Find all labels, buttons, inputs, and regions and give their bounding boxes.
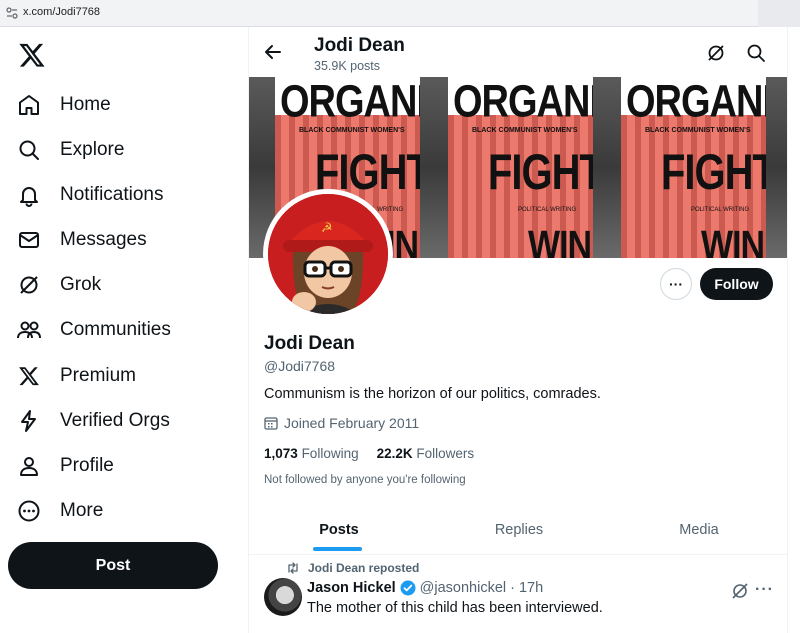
banner-poster: ORGANIZE BLACK COMMUNIST WOMEN'S FIGHT P…: [448, 77, 647, 258]
banner-subtitle-2: POLITICAL WRITING: [518, 207, 577, 213]
home-icon: [14, 90, 44, 120]
sidebar-item-explore[interactable]: Explore: [14, 130, 234, 170]
sidebar-item-label: Home: [60, 94, 111, 115]
tweet-text[interactable]: The mother of this child has been interv…: [307, 600, 603, 616]
browser-toolbar-area: [758, 0, 800, 27]
following-link[interactable]: 1,073 Following: [264, 446, 359, 461]
banner-word-organize: ORGANIZE: [626, 77, 787, 128]
sidebar-item-label: More: [60, 500, 104, 521]
profile-header-bar: Jodi Dean 35.9K posts: [249, 27, 787, 77]
envelope-icon: [14, 225, 44, 255]
sidebar-item-verified-orgs[interactable]: Verified Orgs: [14, 401, 234, 441]
browser-address-bar[interactable]: x.com/Jodi7768: [0, 0, 800, 27]
banner-photo-strip: [420, 77, 448, 258]
x-logo-icon[interactable]: [18, 41, 46, 69]
sidebar-item-label: Profile: [60, 455, 114, 476]
sidebar-item-messages[interactable]: Messages: [14, 220, 234, 260]
banner-word-win: WIN: [528, 223, 592, 258]
sidebar-item-notifications[interactable]: Notifications: [14, 175, 234, 215]
grok-icon[interactable]: [731, 582, 749, 600]
followers-link[interactable]: 22.2K Followers: [377, 446, 475, 461]
not-followed-note: Not followed by anyone you're following: [264, 474, 466, 486]
site-settings-icon[interactable]: [6, 7, 18, 19]
banner-subtitle: BLACK COMMUNIST WOMEN'S: [472, 127, 578, 134]
people-icon: [14, 315, 44, 345]
joined-text: Joined February 2011: [284, 415, 420, 431]
avatar-image: ☭: [268, 194, 388, 314]
banner-photo-strip: [766, 77, 787, 258]
profile-column: Jodi Dean 35.9K posts ORGANIZE BLACK COM…: [248, 27, 788, 633]
banner-subtitle: BLACK COMMUNIST WOMEN'S: [645, 127, 751, 134]
sidebar-item-label: Messages: [60, 229, 147, 250]
repost-icon: [288, 562, 298, 574]
search-icon[interactable]: [746, 43, 766, 63]
active-tab-indicator: [313, 547, 362, 551]
repost-text[interactable]: Jodi Dean reposted: [308, 561, 419, 575]
followers-label: Followers: [416, 446, 475, 461]
tweet-more-icon[interactable]: ···: [755, 581, 774, 599]
x-logo-icon: [14, 361, 44, 391]
banner-poster: ORGANIZE BLACK COMMUNIST WOMEN'S FIGHT P…: [621, 77, 787, 258]
tweet-time[interactable]: · 17h: [510, 580, 543, 596]
bell-icon: [14, 180, 44, 210]
sidebar-item-communities[interactable]: Communities: [14, 310, 234, 350]
header-post-count: 35.9K posts: [314, 59, 381, 73]
tweet-author-handle[interactable]: @jasonhickel: [420, 580, 506, 596]
banner-word-fight: FIGHT: [488, 145, 604, 200]
lightning-icon: [14, 406, 44, 436]
tweet-header: Jason Hickel @jasonhickel · 17h: [307, 580, 543, 596]
verified-badge-icon[interactable]: [400, 580, 416, 596]
profile-bio: Communism is the horizon of our politics…: [264, 386, 601, 402]
more-circle-icon: [14, 496, 44, 526]
tweet-author-avatar[interactable]: [264, 578, 302, 616]
sidebar-item-profile[interactable]: Profile: [14, 446, 234, 486]
banner-subtitle: BLACK COMMUNIST WOMEN'S: [299, 127, 405, 134]
sidebar-item-grok[interactable]: Grok: [14, 265, 234, 305]
url-text[interactable]: x.com/Jodi7768: [23, 6, 100, 18]
sidebar-item-label: Notifications: [60, 184, 164, 205]
repost-indicator: Jodi Dean reposted: [286, 561, 419, 575]
profile-joined-date: Joined February 2011: [264, 415, 419, 431]
banner-photo-strip: [593, 77, 621, 258]
profile-avatar[interactable]: ☭: [263, 189, 393, 319]
post-button[interactable]: Post: [8, 542, 218, 589]
header-name: Jodi Dean: [314, 35, 405, 56]
sidebar-item-label: Explore: [60, 139, 125, 160]
sidebar-item-label: Premium: [60, 365, 137, 386]
grok-icon[interactable]: [706, 43, 726, 63]
svg-text:☭: ☭: [321, 221, 333, 236]
profile-name: Jodi Dean: [264, 333, 355, 354]
tab-replies[interactable]: Replies: [429, 505, 609, 555]
sidebar-item-label: Verified Orgs: [60, 410, 170, 431]
more-options-button[interactable]: ···: [660, 268, 692, 300]
sidebar-item-premium[interactable]: Premium: [14, 356, 234, 396]
sidebar-item-home[interactable]: Home: [14, 85, 234, 125]
follow-button[interactable]: Follow: [700, 268, 773, 300]
grok-icon: [14, 270, 44, 300]
profile-handle: @Jodi7768: [264, 358, 336, 374]
banner-word-win: WIN: [701, 223, 765, 258]
following-count: 1,073: [264, 446, 298, 461]
banner-subtitle-2: POLITICAL WRITING: [691, 207, 750, 213]
person-icon: [14, 451, 44, 481]
calendar-icon: [264, 417, 278, 430]
tab-media[interactable]: Media: [609, 505, 787, 555]
following-label: Following: [301, 446, 359, 461]
tweet-author-name[interactable]: Jason Hickel: [307, 580, 396, 596]
sidebar-item-label: Grok: [60, 274, 102, 295]
sidebar: Home Explore Notifications Messages Grok…: [0, 27, 248, 633]
banner-word-fight: FIGHT: [661, 145, 777, 200]
cartoon-portrait-icon: ☭: [268, 194, 388, 314]
followers-count: 22.2K: [376, 446, 413, 461]
profile-stats: 1,073 Following 22.2K Followers: [264, 446, 474, 461]
sidebar-item-label: Communities: [60, 319, 171, 340]
back-arrow-icon[interactable]: [263, 42, 283, 62]
sidebar-item-more[interactable]: More: [14, 491, 234, 531]
search-icon: [14, 135, 44, 165]
